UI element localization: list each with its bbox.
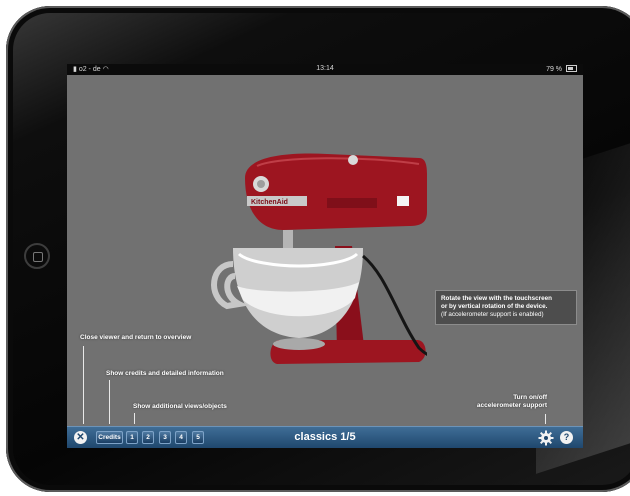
home-button[interactable]: [24, 243, 50, 269]
rotate-tip: Rotate the view with the touchscreen or …: [435, 290, 577, 325]
hint-accelerometer: Turn on/off accelerometer support: [476, 394, 547, 409]
hint-credits: Show credits and detailed information: [106, 370, 224, 377]
svg-text:KitchenAid: KitchenAid: [251, 199, 288, 206]
hint-views: Show additional views/objects: [133, 403, 227, 410]
gear-icon[interactable]: [538, 430, 554, 446]
hint-views-line: [134, 413, 135, 424]
hint-accelerometer-line: [545, 414, 546, 424]
stand-mixer-image[interactable]: KitchenAid: [187, 126, 427, 386]
help-icon[interactable]: ?: [560, 431, 573, 444]
bottom-toolbar: ✕ Credits 1 2 3 4 5 classics 1/5 ?: [67, 426, 583, 448]
gallery-title: classics 1/5: [294, 431, 356, 443]
battery-icon: [566, 65, 577, 72]
hint-credits-line: [109, 380, 110, 424]
hint-close-line: [83, 346, 84, 424]
hint-close-viewer: Close viewer and return to overview: [80, 334, 192, 341]
status-bar: ▮ o2 - de ◠ 13:14 79 %: [67, 64, 583, 75]
screen: ▮ o2 - de ◠ 13:14 79 % KitchenAid Close …: [67, 64, 583, 448]
status-time: 13:14: [316, 65, 334, 72]
battery-indicator: 79 %: [546, 65, 577, 73]
